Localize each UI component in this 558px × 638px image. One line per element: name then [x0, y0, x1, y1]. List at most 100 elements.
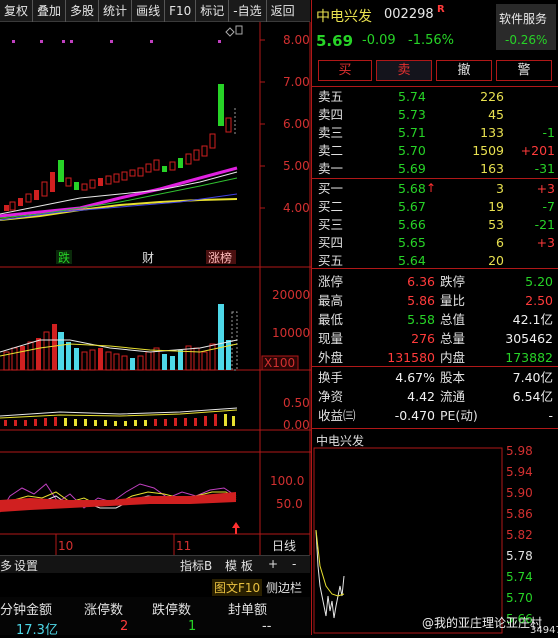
book-price: 5.66	[398, 217, 426, 232]
toolbar-remove-watchlist[interactable]: -自选	[229, 0, 267, 22]
candles	[4, 84, 236, 211]
stat-value: 173882	[505, 350, 553, 365]
book-change: -1	[542, 125, 555, 140]
mini-tick: 5.70	[506, 591, 533, 605]
toolbar-back[interactable]: 返回	[267, 0, 299, 22]
kline-chart[interactable]: 8.00 7.00 6.00 5.00 4.00 跌 财 涨榜 20000 10…	[0, 22, 311, 555]
sidebar-button[interactable]: 侧边栏	[266, 579, 302, 596]
multi-partial[interactable]: 多	[0, 557, 12, 574]
toolbar-f10[interactable]: F10	[165, 0, 197, 22]
book-label: 卖五	[318, 89, 344, 104]
ask-row[interactable]: 卖三 5.71 133 -1	[312, 124, 558, 142]
book-change: -21	[534, 217, 555, 232]
book-label: 买二	[318, 199, 344, 214]
alert-button[interactable]: 警	[496, 60, 552, 81]
stat-header: 封单额	[228, 603, 268, 618]
toolbar-restore-rights[interactable]: 复权	[0, 0, 34, 22]
stat-value: 7.40亿	[512, 370, 553, 385]
stat-label: 股本	[440, 370, 466, 385]
indicator-button[interactable]: 指标B	[180, 557, 212, 574]
sell-button[interactable]: 卖	[376, 60, 432, 81]
volume-tick: 20000	[272, 288, 310, 302]
stat-label: 内盘	[440, 350, 466, 365]
toolbar-multi-stock[interactable]: 多股	[66, 0, 100, 22]
stat-value: 6.54亿	[512, 389, 553, 404]
zoom-in-button[interactable]: +	[268, 557, 278, 571]
stat-value: --	[262, 619, 272, 634]
book-change: +3	[536, 235, 555, 250]
page-icon	[235, 25, 243, 35]
book-volume: 1509	[472, 143, 504, 158]
book-label: 买四	[318, 235, 344, 250]
stock-name: 中电兴发	[316, 9, 372, 25]
current-price: 5.69	[316, 32, 354, 50]
stat-value: 5.86	[407, 293, 435, 308]
stat-label: 换手	[318, 370, 344, 385]
book-label: 卖二	[318, 143, 344, 158]
kdj-tick: 50.0	[276, 497, 303, 511]
sector-name[interactable]: 软件服务	[499, 10, 547, 27]
sector-pct: -0.26%	[505, 33, 548, 47]
mini-tick: 5.86	[506, 507, 533, 521]
stat-label: 最高	[318, 293, 344, 308]
mini-tick: 5.98	[506, 446, 533, 458]
mini-tick: 5.78	[506, 549, 533, 563]
ask-row[interactable]: 卖四 5.73 45	[312, 106, 558, 124]
macd-axis: 0.50 0.00	[283, 396, 310, 432]
toolbar-overlay[interactable]: 叠加	[33, 0, 67, 22]
f10-graphic-button[interactable]: 图文F10	[212, 579, 263, 596]
stat-row: 现量 276 总量 305462	[312, 329, 558, 348]
kdj-lines	[0, 483, 240, 534]
stat-label: 最低	[318, 312, 344, 327]
stat-value: 4.42	[407, 389, 435, 404]
stat-row: 涨停 6.36 跌停 5.20	[312, 272, 558, 291]
kdj-axis-box	[259, 451, 311, 535]
stat-label: 量比	[440, 293, 466, 308]
arrow-up-icon	[232, 522, 240, 534]
toolbar-draw-line[interactable]: 画线	[132, 0, 166, 22]
book-label: 买一	[318, 181, 344, 196]
bid-row[interactable]: 买二 5.67 19 -7	[312, 198, 558, 216]
toolbar-mark[interactable]: 标记	[196, 0, 230, 22]
stock-code: 002298	[384, 7, 434, 22]
book-price: 5.70	[398, 143, 426, 158]
zoom-out-button[interactable]: -	[292, 557, 296, 571]
book-change: -7	[542, 199, 555, 214]
mini-tick: 5.94	[506, 465, 533, 479]
chart-bottom-bar: 多 设置 指标B 模 板 + -	[0, 555, 310, 573]
book-volume: 133	[480, 125, 504, 140]
settings-button[interactable]: 设置	[14, 557, 38, 574]
ask-row[interactable]: 卖五 5.74 226	[312, 88, 558, 106]
stat-row: 换手 4.67% 股本 7.40亿	[312, 368, 558, 387]
stat-value: 5.20	[525, 274, 553, 289]
book-label: 卖一	[318, 161, 344, 176]
book-label: 买三	[318, 217, 344, 232]
stat-label: 现量	[318, 331, 344, 346]
ask-row[interactable]: 卖二 5.70 1509 +201	[312, 142, 558, 160]
watermark: @我的亚庄理论亚庄村	[422, 616, 543, 630]
stat-label: 总值	[440, 312, 466, 327]
book-price: 5.73	[398, 107, 426, 122]
toolbar-statistics[interactable]: 统计	[99, 0, 133, 22]
finance-label: 财	[142, 251, 154, 265]
book-price: 5.67	[398, 199, 426, 214]
price-axis: 8.00 7.00 6.00 5.00 4.00	[260, 33, 310, 215]
mini-intraday-chart[interactable]: 5.98 5.94 5.90 5.86 5.82 5.78 5.74 5.70 …	[312, 446, 558, 635]
stat-value: 4.67%	[395, 370, 435, 385]
bid-row[interactable]: 买三 5.66 53 -21	[312, 216, 558, 234]
date-tick-nov: 11	[176, 539, 191, 553]
bid-row[interactable]: 买四 5.65 6 +3	[312, 234, 558, 252]
volume-axis: 20000 10000 X100	[261, 288, 310, 371]
cancel-button[interactable]: 撤	[436, 60, 492, 81]
book-price: 5.69	[398, 161, 426, 176]
ask-row[interactable]: 卖一 5.69 163 -31	[312, 160, 558, 178]
volume-unit: X100	[264, 356, 295, 370]
market-stat-table: 分钟金额 涨停数 跌停数 封单额 17.3亿 2 1 --	[0, 597, 310, 638]
template-button[interactable]: 模 板	[225, 557, 253, 574]
book-volume: 163	[480, 161, 504, 176]
buy-button[interactable]: 买	[318, 60, 372, 81]
chart-bottom-bar-2: 图文F10 侧边栏	[0, 577, 310, 596]
stat-value: -	[548, 408, 553, 423]
price-change: -0.09	[362, 33, 396, 48]
stat-value: 276	[411, 331, 435, 346]
